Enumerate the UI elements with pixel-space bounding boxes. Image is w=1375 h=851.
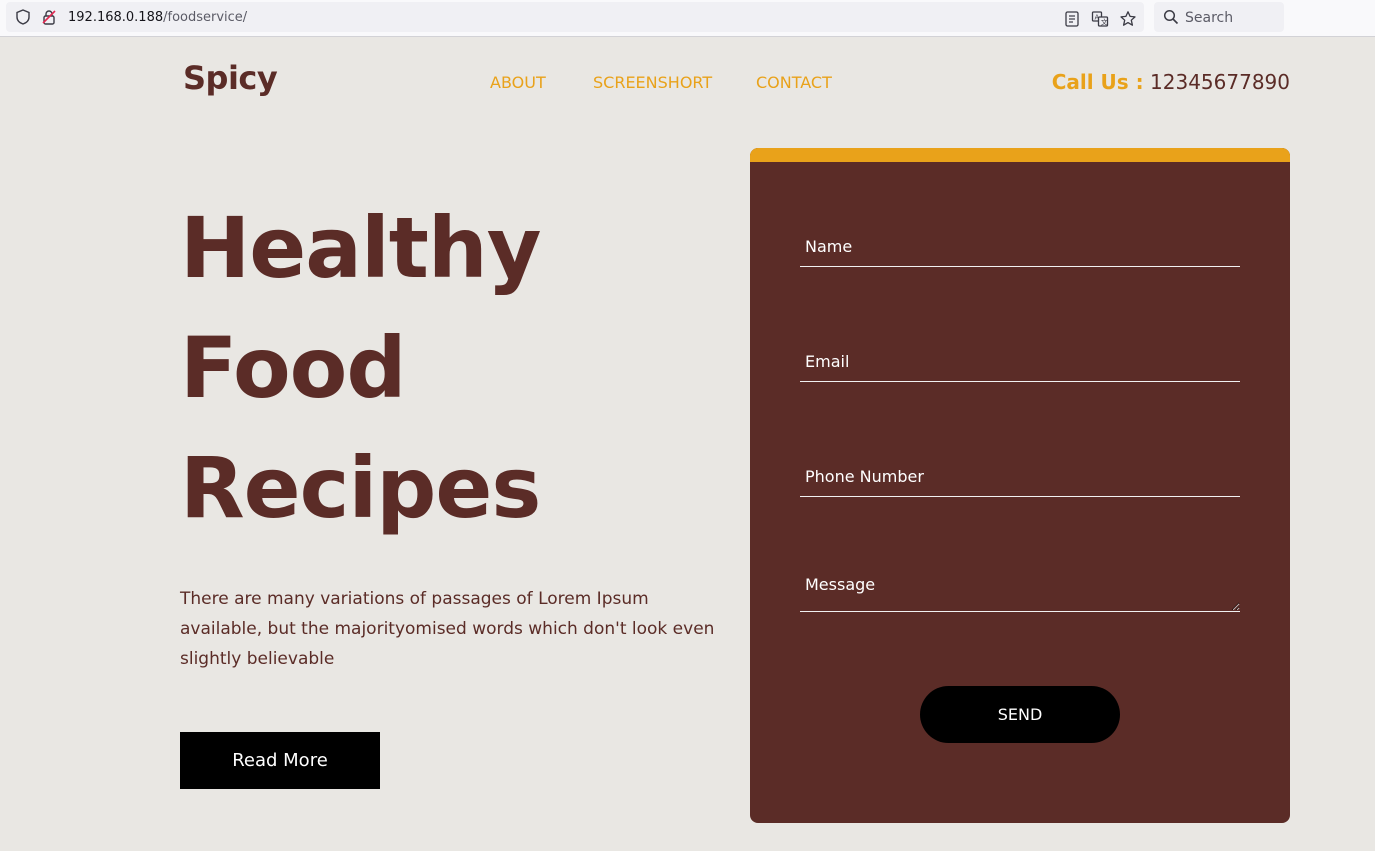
name-field[interactable]	[800, 227, 1240, 267]
nav-screenshort[interactable]: SCREENSHORT	[593, 73, 712, 92]
call-us-number: 12345677890	[1150, 70, 1290, 94]
insecure-lock-icon[interactable]	[41, 9, 57, 25]
read-more-button[interactable]: Read More	[180, 732, 380, 789]
search-placeholder: Search	[1185, 10, 1234, 26]
nav-contact[interactable]: CONTACT	[756, 73, 832, 92]
search-icon	[1163, 9, 1179, 25]
hero-title-line: Food	[180, 319, 407, 417]
translate-icon[interactable]: A 文	[1091, 10, 1109, 28]
hero-title: Healthy Food Recipes	[180, 188, 541, 548]
url-host: 192.168.0.188	[68, 10, 164, 25]
phone-field[interactable]	[800, 457, 1240, 497]
message-field[interactable]	[800, 572, 1240, 612]
nav-about[interactable]: ABOUT	[490, 73, 546, 92]
email-field[interactable]	[800, 342, 1240, 382]
hero-title-line: Recipes	[180, 439, 541, 537]
call-us-label: Call Us :	[1051, 70, 1144, 94]
card-accent-bar	[750, 148, 1290, 162]
browser-toolbar: 192.168.0.188/foodservice/ A 文 Search	[0, 0, 1375, 37]
reader-view-icon[interactable]	[1063, 10, 1081, 28]
url-text[interactable]: 192.168.0.188/foodservice/	[68, 10, 247, 25]
call-us: Call Us : 12345677890	[1052, 70, 1290, 94]
url-path: /foodservice/	[163, 10, 248, 25]
send-button[interactable]: SEND	[920, 686, 1120, 743]
shield-icon[interactable]	[15, 9, 31, 25]
browser-search-box[interactable]: Search	[1154, 2, 1284, 32]
hero-title-line: Healthy	[180, 199, 541, 297]
bookmark-star-icon[interactable]	[1119, 10, 1137, 28]
svg-text:文: 文	[1101, 18, 1108, 27]
address-bar[interactable]: 192.168.0.188/foodservice/ A 文	[6, 2, 1144, 32]
site-logo[interactable]: Spicy	[183, 59, 278, 97]
svg-text:A: A	[1095, 14, 1100, 22]
contact-form-card: SEND	[750, 148, 1290, 823]
hero-description: There are many variations of passages of…	[180, 589, 715, 669]
